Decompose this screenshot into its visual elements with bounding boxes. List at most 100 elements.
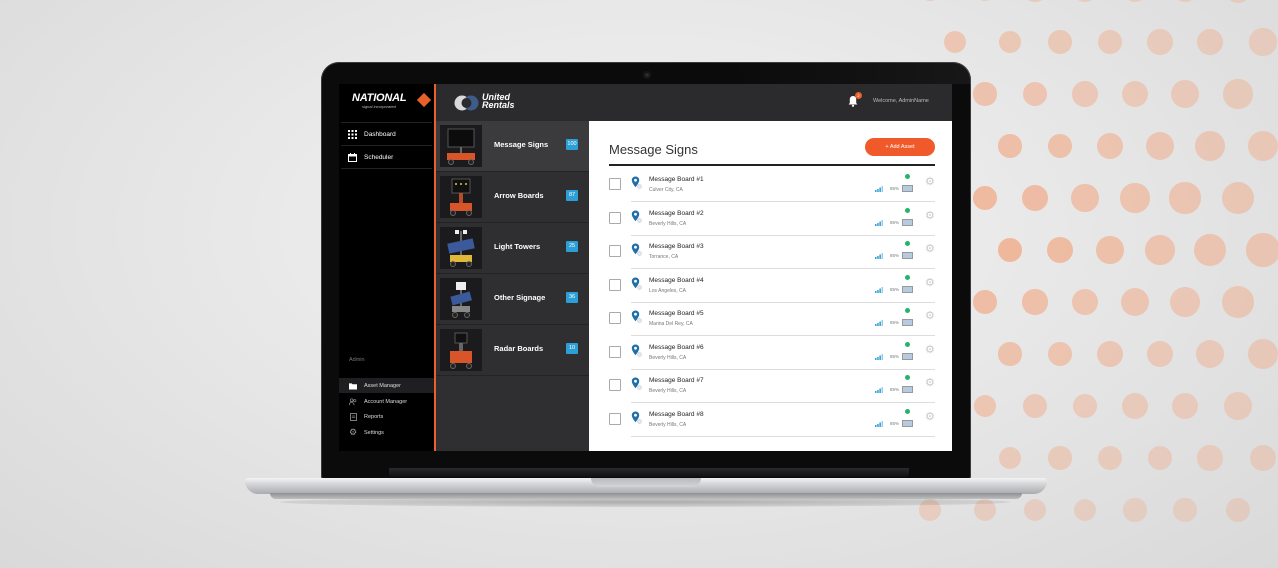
sidebar-item-account-manager[interactable]: Account Manager: [339, 394, 434, 409]
asset-location: Beverly Hills, CA: [649, 388, 687, 394]
background-dot: [1169, 182, 1201, 214]
lid-glare: [730, 62, 971, 84]
asset-name[interactable]: Message Board #2: [649, 210, 704, 217]
background-dot: [998, 30, 1022, 54]
asset-name[interactable]: Message Board #6: [649, 344, 704, 351]
background-dot: [1196, 28, 1224, 56]
asset-name[interactable]: Message Board #1: [649, 176, 704, 183]
background-dot: [1172, 0, 1198, 3]
add-asset-button[interactable]: + Add Asset: [865, 138, 935, 156]
background-dot: [1071, 184, 1099, 212]
asset-checkbox[interactable]: [609, 345, 621, 358]
background-dot: [1147, 29, 1173, 55]
gear-icon[interactable]: ⚙: [925, 210, 935, 221]
asset-location: Beverly Hills, CA: [649, 421, 687, 428]
background-dot: [1246, 233, 1278, 267]
sidebar-item-reports[interactable]: Reports: [339, 409, 434, 424]
asset-row[interactable]: Message Board #1 Culver City, CA 85% ⚙: [609, 169, 935, 202]
notification-badge: 2: [855, 92, 862, 99]
battery-percent: 85%: [890, 286, 900, 292]
signal-strength-icon: [875, 219, 883, 226]
background-dot: [1147, 445, 1173, 471]
national-logo[interactable]: NATIONAL signal incorporated: [352, 92, 432, 114]
battery-percent: 85%: [890, 320, 900, 325]
gear-icon[interactable]: ⚙: [925, 311, 935, 322]
sidebar-item-asset-manager[interactable]: Asset Manager: [339, 378, 434, 393]
sidebar-item-scheduler[interactable]: Scheduler: [339, 146, 434, 168]
category-light-towers[interactable]: Light Towers 25: [436, 223, 589, 273]
sidebar-item-dashboard[interactable]: Dashboard: [339, 123, 434, 145]
asset-checkbox[interactable]: [609, 245, 621, 257]
asset-checkbox[interactable]: [609, 312, 621, 324]
background-dot: [1120, 287, 1150, 317]
background-dot: [944, 31, 966, 53]
asset-checkbox[interactable]: [609, 278, 621, 291]
location-pin-icon: [631, 344, 642, 357]
signal-strength-icon: [875, 320, 883, 326]
gear-icon[interactable]: ⚙: [925, 177, 935, 188]
battery-icon: [902, 386, 913, 393]
welcome-text[interactable]: Welcome, AdminName: [873, 98, 929, 104]
gear-icon[interactable]: ⚙: [925, 244, 935, 255]
battery-icon: [902, 185, 913, 192]
asset-checkbox[interactable]: [609, 412, 621, 425]
category-other-signage[interactable]: Other Signage 36: [436, 274, 589, 324]
gear-icon[interactable]: ⚙: [925, 277, 935, 288]
asset-name[interactable]: Message Board #4: [649, 277, 704, 284]
background-dot: [1146, 132, 1174, 160]
asset-row[interactable]: Message Board #4 Los Angeles, CA 85% ⚙: [609, 270, 935, 303]
background-dot: [973, 186, 997, 210]
laptop-base-bottom: [270, 493, 1022, 499]
background-dot: [1247, 130, 1278, 162]
sidebar-item-settings[interactable]: ⚙ Settings: [339, 425, 434, 440]
background-dot: [973, 82, 997, 106]
location-pin-icon: [631, 277, 642, 290]
status-online-indicator: [905, 241, 910, 246]
category-panel: Message Signs 100 Arrow Boards 87 Light …: [436, 121, 589, 451]
sidebar-item-label: Scheduler: [364, 153, 394, 161]
gear-icon[interactable]: ⚙: [925, 378, 935, 389]
category-message-signs[interactable]: Message Signs 100: [436, 121, 589, 171]
gear-icon[interactable]: ⚙: [925, 411, 935, 422]
asset-checkbox[interactable]: [609, 211, 621, 224]
background-dot: [973, 290, 997, 314]
asset-row[interactable]: Message Board #3 Torrance, CA 85% ⚙: [609, 236, 935, 269]
background-dot: [1121, 80, 1149, 108]
united-rentals-mark-icon: [454, 95, 479, 111]
background-dot: [1122, 393, 1148, 419]
gear-icon: ⚙: [348, 427, 358, 437]
asset-location: Beverly Hills, CA: [649, 220, 687, 227]
asset-name[interactable]: Message Board #5: [649, 310, 704, 317]
asset-checkbox[interactable]: [609, 178, 621, 190]
signal-strength-icon: [875, 186, 883, 192]
asset-row[interactable]: Message Board #6 Beverly Hills, CA 85% ⚙: [609, 337, 935, 370]
sidebar-item-label: Dashboard: [364, 130, 396, 138]
gear-icon[interactable]: ⚙: [925, 344, 935, 355]
background-dot: [1096, 236, 1124, 264]
background-dot: [998, 446, 1022, 470]
signal-strength-icon: [875, 286, 883, 293]
united-rentals-logo[interactable]: United Rentals: [454, 93, 524, 113]
asset-row[interactable]: Message Board #8 Beverly Hills, CA 85% ⚙: [609, 404, 935, 437]
category-arrow-boards[interactable]: Arrow Boards 87: [436, 172, 589, 222]
asset-row[interactable]: Message Board #5 Marina Del Rey, CA 85% ⚙: [609, 303, 935, 336]
asset-name[interactable]: Message Board #3: [649, 243, 704, 250]
background-dot: [1123, 498, 1147, 522]
category-count-badge: 10: [566, 343, 578, 354]
battery-icon: [902, 352, 913, 360]
title-divider: [609, 164, 935, 166]
status-online-indicator: [905, 174, 910, 179]
category-label: Arrow Boards: [494, 191, 544, 200]
asset-checkbox[interactable]: [609, 379, 621, 391]
users-icon: [349, 397, 357, 406]
category-label: Message Signs: [494, 140, 549, 149]
category-radar-boards[interactable]: Radar Boards 10: [436, 325, 589, 375]
background-dot: [1250, 445, 1276, 471]
asset-row[interactable]: Message Board #2 Beverly Hills, CA 85% ⚙: [609, 203, 935, 236]
asset-name[interactable]: Message Board #7: [649, 377, 704, 384]
background-dot: [1225, 0, 1251, 3]
asset-row[interactable]: Message Board #7 Beverly Hills, CA 85% ⚙: [609, 370, 935, 403]
united-rentals-wordmark: United Rentals: [482, 93, 515, 110]
asset-location: Los Angeles, CA: [649, 287, 686, 294]
asset-name[interactable]: Message Board #8: [649, 411, 704, 418]
